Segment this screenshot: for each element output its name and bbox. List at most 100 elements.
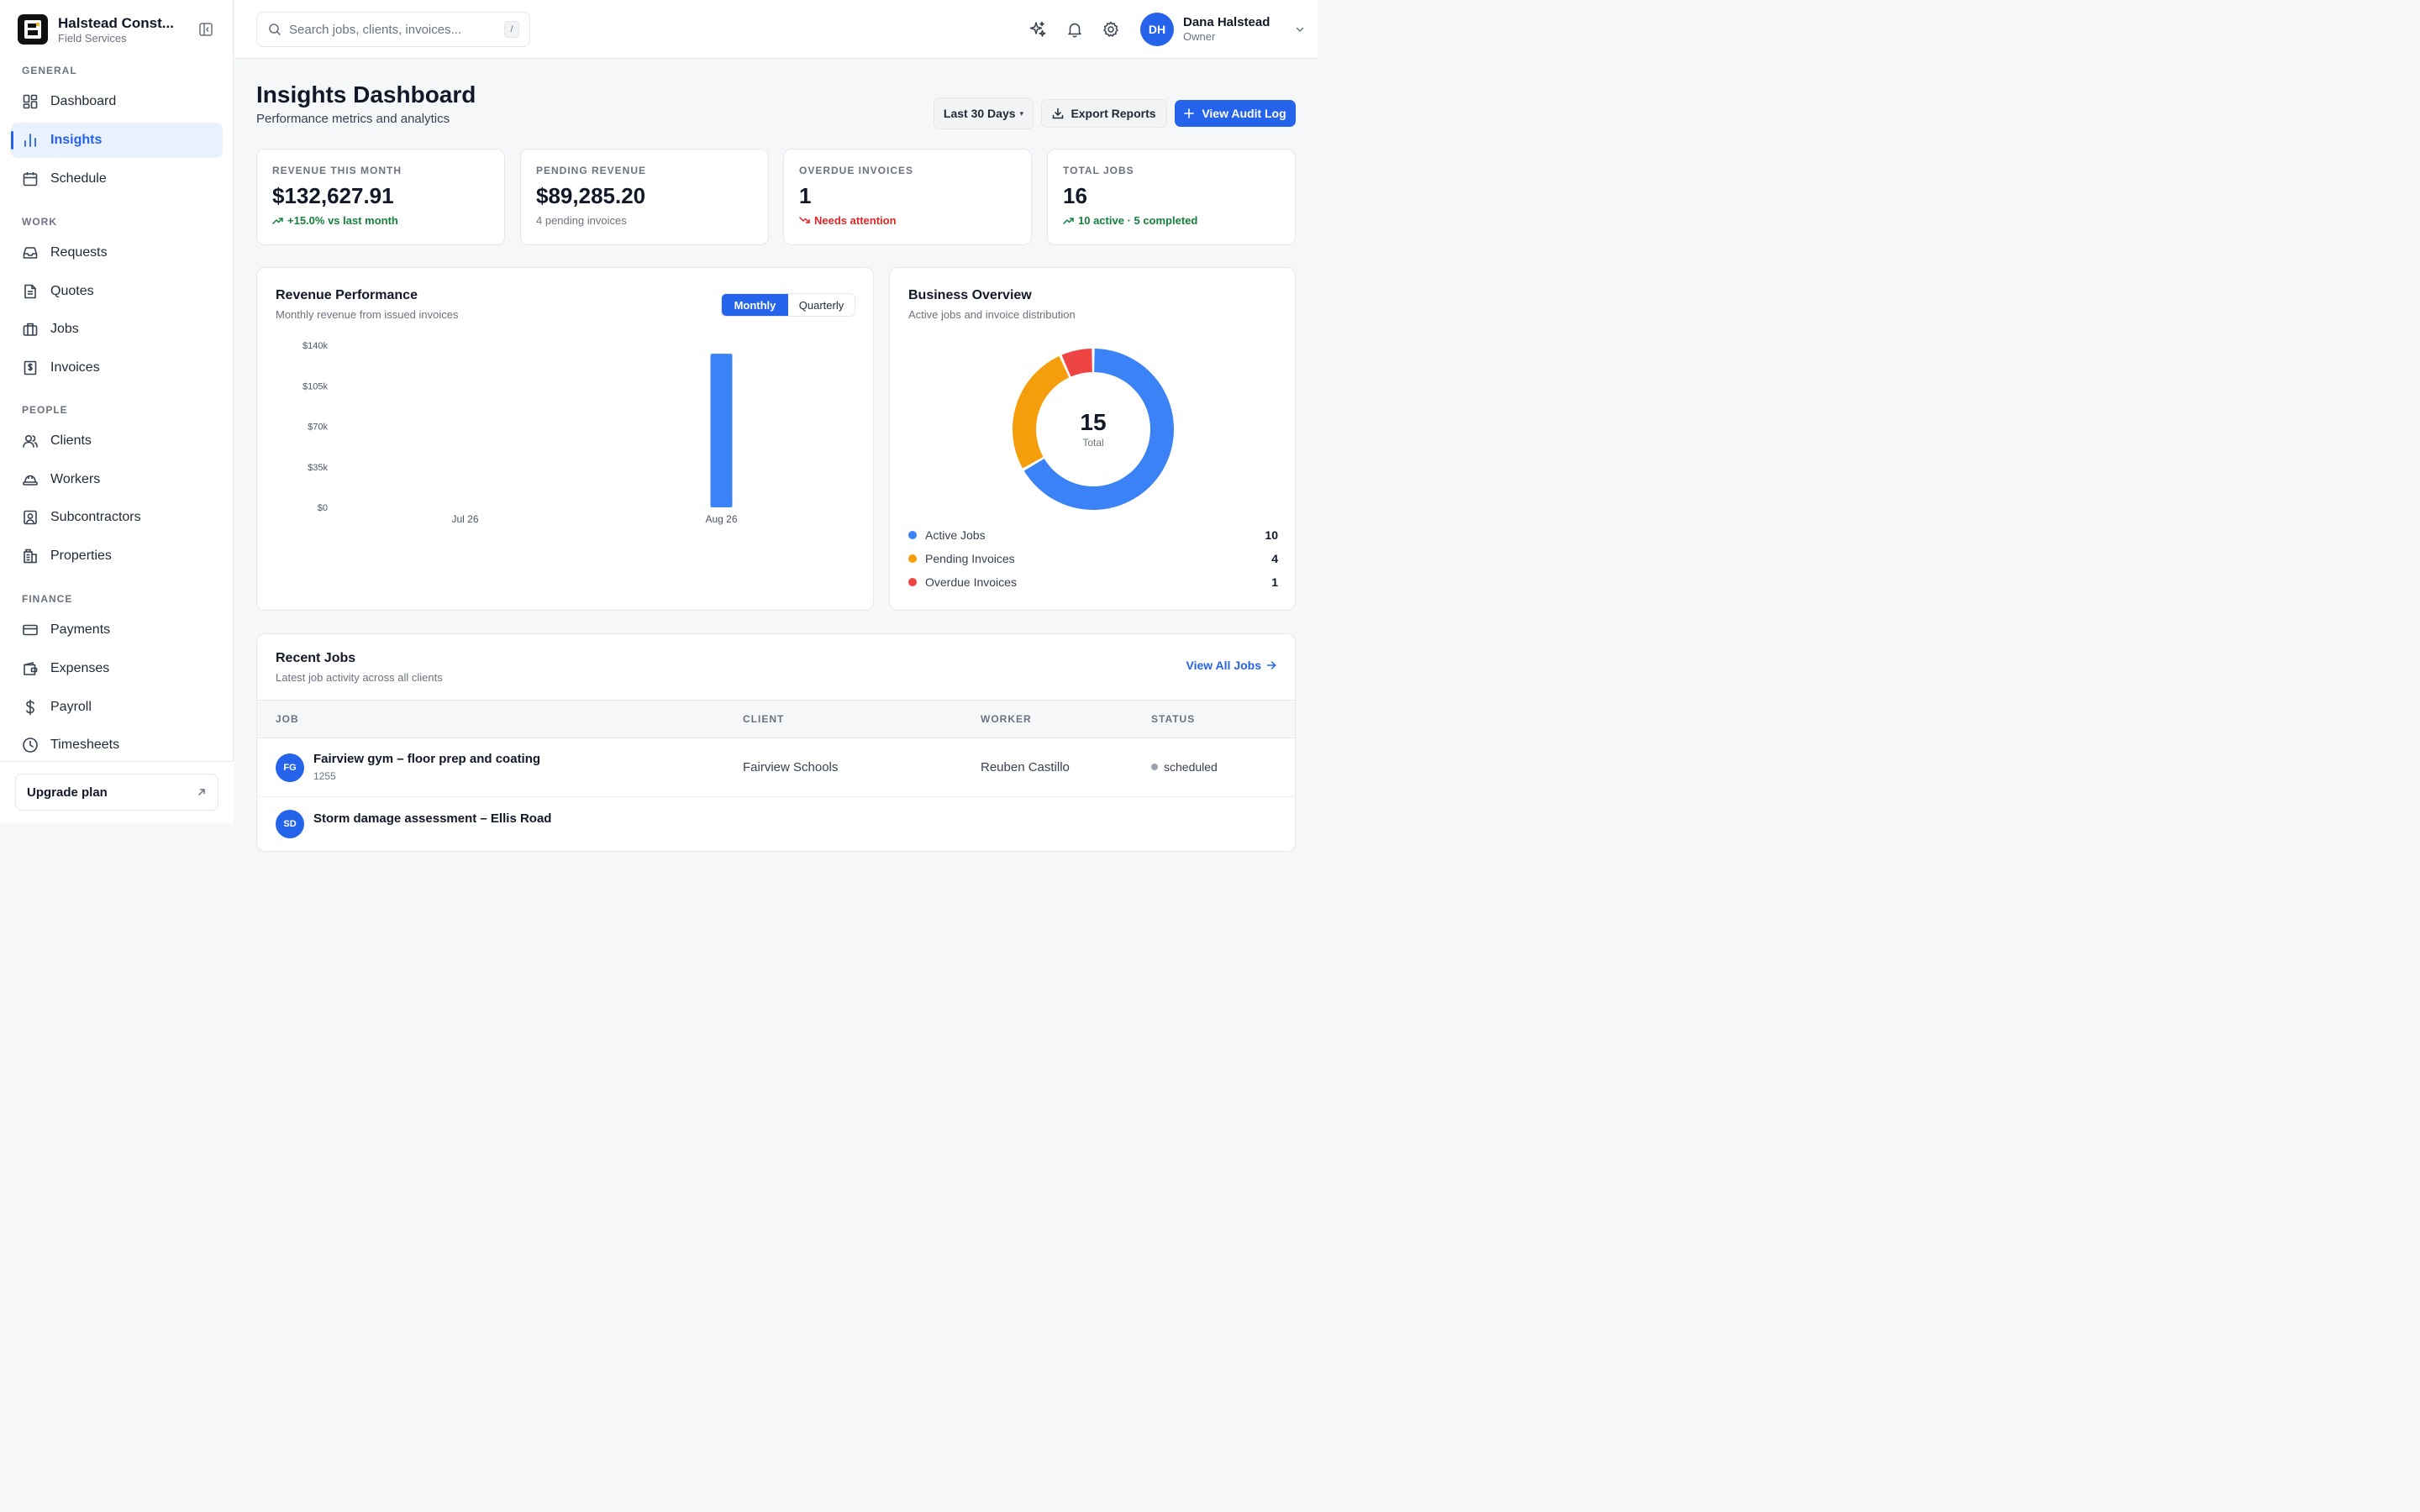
- x-tick-label: Aug 26: [705, 513, 737, 525]
- legend-value: 4: [1271, 552, 1278, 565]
- stat-note: 10 active · 5 completed: [1078, 214, 1198, 227]
- credit-card-icon: [22, 622, 39, 638]
- legend-dot: [908, 554, 917, 563]
- search-input[interactable]: [289, 22, 499, 37]
- sidebar-item-label: Jobs: [50, 322, 79, 336]
- sidebar-item-jobs[interactable]: Jobs: [11, 312, 223, 347]
- sidebar-item-label: Timesheets: [50, 738, 120, 752]
- avatar: DH: [1140, 13, 1174, 46]
- stat-label: OVERDUE INVOICES: [799, 165, 914, 176]
- upgrade-plan-button[interactable]: Upgrade plan: [15, 774, 218, 811]
- sidebar-item-subcontractors[interactable]: Subcontractors: [11, 500, 223, 535]
- trend-up-icon: [1063, 215, 1074, 226]
- sidebar-item-label: Payments: [50, 622, 111, 637]
- table-header: JOB CLIENT WORKER STATUS: [257, 700, 1295, 738]
- brand[interactable]: Halstead Const... Field Services: [18, 14, 174, 45]
- gear-icon[interactable]: [1102, 20, 1120, 39]
- business-overview-card: Business Overview Active jobs and invoic…: [889, 267, 1296, 611]
- sidebar-item-label: Dashboard: [50, 94, 117, 108]
- table-row[interactable]: FG Fairview gym – floor prep and coating…: [257, 738, 1295, 797]
- y-tick-label: $105k: [302, 381, 328, 391]
- bell-icon[interactable]: [1065, 20, 1084, 39]
- stat-note: Needs attention: [814, 214, 897, 227]
- card-subtitle: Latest job activity across all clients: [276, 671, 443, 684]
- y-tick-label: $0: [318, 503, 328, 513]
- stat-value: $89,285.20: [536, 183, 646, 208]
- trend-down-icon: [799, 215, 810, 226]
- donut-center-label: Total: [1082, 437, 1104, 449]
- upgrade-plan-label: Upgrade plan: [27, 785, 108, 800]
- job-avatar: SD: [276, 810, 304, 838]
- stat-note: +15.0% vs last month: [287, 214, 398, 227]
- sidebar-collapse-icon[interactable]: [198, 22, 213, 37]
- status-label: scheduled: [1164, 760, 1218, 774]
- stat-value: 1: [799, 183, 812, 208]
- user-menu[interactable]: DH Dana Halstead Owner: [1140, 13, 1305, 46]
- sidebar-item-payroll[interactable]: Payroll: [11, 690, 223, 725]
- stat-note: 4 pending invoices: [536, 214, 627, 227]
- dollar-icon: [22, 699, 39, 716]
- wallet-icon: [22, 660, 39, 677]
- recent-jobs-card: Recent Jobs Latest job activity across a…: [256, 633, 1296, 852]
- sidebar-item-insights[interactable]: Insights: [11, 123, 223, 158]
- section-label-people: PEOPLE: [22, 404, 68, 416]
- card-title: Business Overview: [908, 288, 1032, 302]
- column-header-client: CLIENT: [743, 713, 785, 725]
- brand-subtitle: Field Services: [58, 31, 127, 45]
- sidebar-item-schedule[interactable]: Schedule: [11, 161, 223, 197]
- trend-up-icon: [272, 215, 283, 226]
- section-label-finance: FINANCE: [22, 593, 73, 605]
- legend-label: Overdue Invoices: [925, 575, 1017, 589]
- sidebar-item-properties[interactable]: Properties: [11, 538, 223, 574]
- invoice-dollar-icon: [22, 360, 39, 376]
- clock-icon: [22, 737, 39, 753]
- revenue-bar[interactable]: [710, 354, 733, 507]
- legend-item-overdue-invoices: Overdue Invoices 1: [908, 573, 1278, 591]
- user-name: Dana Halstead: [1183, 15, 1270, 29]
- sidebar-item-label: Subcontractors: [50, 510, 141, 524]
- section-label-general: GENERAL: [22, 65, 77, 76]
- date-range-select[interactable]: Last 30 Days ▾: [934, 97, 1034, 129]
- page-title: Insights Dashboard: [256, 81, 476, 108]
- legend-dot: [908, 531, 917, 539]
- sidebar-item-workers[interactable]: Workers: [11, 462, 223, 497]
- sidebar-item-clients[interactable]: Clients: [11, 423, 223, 459]
- stat-card-overdue-invoices: OVERDUE INVOICES 1 Needs attention: [783, 149, 1032, 245]
- job-client: Fairview Schools: [743, 760, 839, 774]
- stat-value: $132,627.91: [272, 183, 394, 208]
- sidebar-item-label: Payroll: [50, 700, 92, 714]
- export-reports-button[interactable]: Export Reports: [1041, 99, 1167, 128]
- stat-card-revenue: REVENUE THIS MONTH $132,627.91 +15.0% vs…: [256, 149, 505, 245]
- job-avatar: FG: [276, 753, 304, 782]
- building-icon: [22, 548, 39, 564]
- legend-value: 1: [1271, 575, 1278, 589]
- sidebar-item-requests[interactable]: Requests: [11, 235, 223, 270]
- sidebar-item-label: Invoices: [50, 360, 100, 375]
- job-title: Storm damage assessment – Ellis Road: [313, 811, 552, 826]
- search-box[interactable]: /: [256, 12, 530, 47]
- view-audit-log-button[interactable]: View Audit Log: [1175, 100, 1296, 127]
- sidebar-item-label: Workers: [50, 472, 101, 486]
- sidebar-item-quotes[interactable]: Quotes: [11, 274, 223, 309]
- revenue-bar-chart: $0 $35k $70k $105k $140k Jul 26 Aug 26: [302, 341, 738, 525]
- hard-hat-icon: [22, 471, 39, 488]
- view-audit-log-label: View Audit Log: [1202, 107, 1286, 120]
- user-role: Owner: [1183, 30, 1216, 43]
- sidebar-item-dashboard[interactable]: Dashboard: [11, 84, 223, 119]
- table-row[interactable]: SD Storm damage assessment – Ellis Road: [257, 798, 1295, 851]
- legend-value: 10: [1265, 528, 1278, 542]
- sidebar-item-expenses[interactable]: Expenses: [11, 651, 223, 686]
- sidebar-footer: Upgrade plan: [0, 761, 234, 823]
- sidebar-item-invoices[interactable]: Invoices: [11, 350, 223, 386]
- card-subtitle: Active jobs and invoice distribution: [908, 308, 1076, 321]
- document-icon: [22, 283, 39, 300]
- sidebar-item-label: Clients: [50, 433, 92, 448]
- sidebar-item-payments[interactable]: Payments: [11, 612, 223, 648]
- sidebar-item-label: Requests: [50, 245, 108, 260]
- sidebar-item-timesheets[interactable]: Timesheets: [11, 727, 223, 763]
- view-all-jobs-link[interactable]: View All Jobs: [1186, 659, 1276, 672]
- sparkles-icon[interactable]: [1028, 20, 1047, 39]
- y-tick-label: $70k: [308, 423, 328, 433]
- stat-card-total-jobs: TOTAL JOBS 16 10 active · 5 completed: [1047, 149, 1296, 245]
- legend-item-active-jobs: Active Jobs 10: [908, 526, 1278, 544]
